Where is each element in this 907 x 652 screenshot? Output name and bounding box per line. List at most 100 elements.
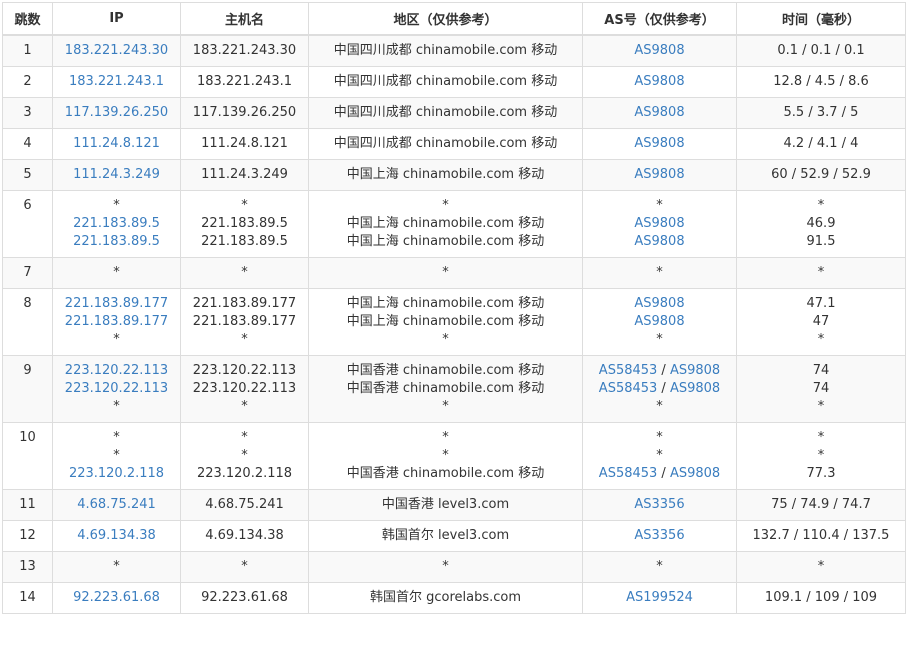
ip-link[interactable]: 111.24.3.249 <box>73 167 160 182</box>
as-link[interactable]: AS9808 <box>634 136 684 151</box>
as-cell: * <box>582 257 737 289</box>
as-link[interactable]: AS9808 <box>634 296 684 311</box>
hop-number: 7 <box>23 265 32 280</box>
ip-link[interactable]: 223.120.2.118 <box>69 466 164 481</box>
ip-line: 223.120.22.113 <box>53 362 180 380</box>
ip-cell: * <box>52 257 181 289</box>
as-link[interactable]: AS9808 <box>634 314 684 329</box>
ip-cell: 117.139.26.250 <box>52 97 181 129</box>
time-cell: 5.5 / 3.7 / 5 <box>736 97 906 129</box>
time-cell: 75 / 74.9 / 74.7 <box>736 489 906 521</box>
ip-link[interactable]: 183.221.243.1 <box>69 74 164 89</box>
hostname-line: 111.24.3.249 <box>201 167 288 182</box>
as-link[interactable]: AS58453 <box>599 466 658 481</box>
ip-link[interactable]: 221.183.89.177 <box>65 314 168 329</box>
ip-link[interactable]: 92.223.61.68 <box>73 590 160 605</box>
ip-line: 4.68.75.241 <box>53 496 180 514</box>
region-cell: 韩国首尔 gcorelabs.com <box>308 582 583 614</box>
as-link[interactable]: AS199524 <box>626 590 693 605</box>
time-line: 74 <box>812 363 830 378</box>
ip-line: * <box>113 399 120 414</box>
time-line: 109.1 / 109 / 109 <box>764 590 878 605</box>
hostname-cell: 117.139.26.250 <box>180 97 309 129</box>
ip-line: 221.183.89.177 <box>53 295 180 313</box>
as-link[interactable]: AS58453 <box>599 381 658 396</box>
time-line: 132.7 / 110.4 / 137.5 <box>752 528 890 543</box>
table-row: 10 * * 223.120.2.118 * * 223.120.2.118 * * 中国香港 c… <box>2 422 906 490</box>
table-row: 5 111.24.3.249 111.24.3.249 中国上海 chinamobil… <box>2 159 906 191</box>
as-line: AS9808 <box>583 295 736 313</box>
ip-cell: 223.120.22.113 223.120.22.113 * <box>52 355 181 423</box>
hop-cell: 1 <box>2 34 53 67</box>
hostname-line: 183.221.243.30 <box>192 43 297 58</box>
as-link[interactable]: AS9808 <box>634 74 684 89</box>
as-link[interactable]: AS9808 <box>634 43 684 58</box>
hostname-cell: * <box>180 257 309 289</box>
as-link[interactable]: AS3356 <box>634 528 684 543</box>
as-cell: AS199524 <box>582 582 737 614</box>
hop-number: 14 <box>19 590 36 605</box>
ip-link[interactable]: 4.69.134.38 <box>77 528 156 543</box>
ip-link[interactable]: 221.183.89.177 <box>65 296 168 311</box>
hostname-cell: 221.183.89.177 221.183.89.177 * <box>180 288 309 356</box>
hop-number: 4 <box>23 136 32 151</box>
hostname-cell: * 221.183.89.5 221.183.89.5 <box>180 190 309 258</box>
time-cell: * 46.9 91.5 <box>736 190 906 258</box>
ip-link[interactable]: 111.24.8.121 <box>73 136 160 151</box>
ip-link[interactable]: 183.221.243.30 <box>65 43 168 58</box>
as-link[interactable]: AS58453 <box>599 363 658 378</box>
region-cell: * * 中国香港 chinamobile.com 移动 <box>308 422 583 490</box>
region-line: * <box>442 448 449 463</box>
hostname-line: 221.183.89.5 <box>201 216 288 231</box>
as-line: * <box>656 265 663 280</box>
hostname-line: * <box>241 559 248 574</box>
ip-cell: * * 223.120.2.118 <box>52 422 181 490</box>
as-link[interactable]: AS9808 <box>634 105 684 120</box>
time-cell: 132.7 / 110.4 / 137.5 <box>736 520 906 552</box>
ip-link[interactable]: 221.183.89.5 <box>73 216 160 231</box>
ip-link[interactable]: 223.120.22.113 <box>65 381 168 396</box>
region-cell: 韩国首尔 level3.com <box>308 520 583 552</box>
as-link[interactable]: AS9808 <box>670 363 720 378</box>
time-line: 4.2 / 4.1 / 4 <box>783 136 859 151</box>
hostname-line: 92.223.61.68 <box>201 590 288 605</box>
ip-link[interactable]: 221.183.89.5 <box>73 234 160 249</box>
hostname-cell: 183.221.243.1 <box>180 66 309 98</box>
as-cell: AS9808 <box>582 159 737 191</box>
time-cell: 74 74 * <box>736 355 906 423</box>
time-line: * <box>817 559 825 574</box>
as-link[interactable]: AS9808 <box>634 216 684 231</box>
ip-link[interactable]: 223.120.22.113 <box>65 363 168 378</box>
time-line: 91.5 <box>806 234 836 249</box>
region-cell: 中国香港 level3.com <box>308 489 583 521</box>
hostname-line: 183.221.243.1 <box>196 74 293 89</box>
ip-line: * <box>113 265 120 280</box>
as-link[interactable]: AS9808 <box>634 167 684 182</box>
hop-cell: 4 <box>2 128 53 160</box>
hop-number: 9 <box>23 363 32 378</box>
hop-number: 5 <box>23 167 32 182</box>
as-line: AS9808 <box>583 233 736 251</box>
as-link[interactable]: AS9808 <box>670 466 720 481</box>
as-link[interactable]: AS9808 <box>634 234 684 249</box>
time-cell: 0.1 / 0.1 / 0.1 <box>736 34 906 67</box>
hostname-cell: 4.69.134.38 <box>180 520 309 552</box>
as-line: * <box>656 448 663 463</box>
as-cell: * <box>582 551 737 583</box>
ip-link[interactable]: 117.139.26.250 <box>65 105 168 120</box>
traceroute-table: 跳数 IP 主机名 地区（仅供参考） AS号（仅供参考） 时间（毫秒） 1 183… <box>2 2 906 614</box>
hostname-cell: * <box>180 551 309 583</box>
as-link[interactable]: AS9808 <box>670 381 720 396</box>
hop-number: 2 <box>23 74 32 89</box>
ip-cell: 92.223.61.68 <box>52 582 181 614</box>
table-row: 6 * 221.183.89.5 221.183.89.5 * 221.183.89.5 2… <box>2 190 906 258</box>
as-link[interactable]: AS3356 <box>634 497 684 512</box>
time-cell: 12.8 / 4.5 / 8.6 <box>736 66 906 98</box>
time-cell: * * 77.3 <box>736 422 906 490</box>
ip-link[interactable]: 4.68.75.241 <box>77 497 156 512</box>
time-cell: 4.2 / 4.1 / 4 <box>736 128 906 160</box>
as-line: * <box>656 332 663 347</box>
region-line: * <box>442 198 449 213</box>
hostname-cell: 223.120.22.113 223.120.22.113 * <box>180 355 309 423</box>
region-cell: 中国四川成都 chinamobile.com 移动 <box>308 97 583 129</box>
